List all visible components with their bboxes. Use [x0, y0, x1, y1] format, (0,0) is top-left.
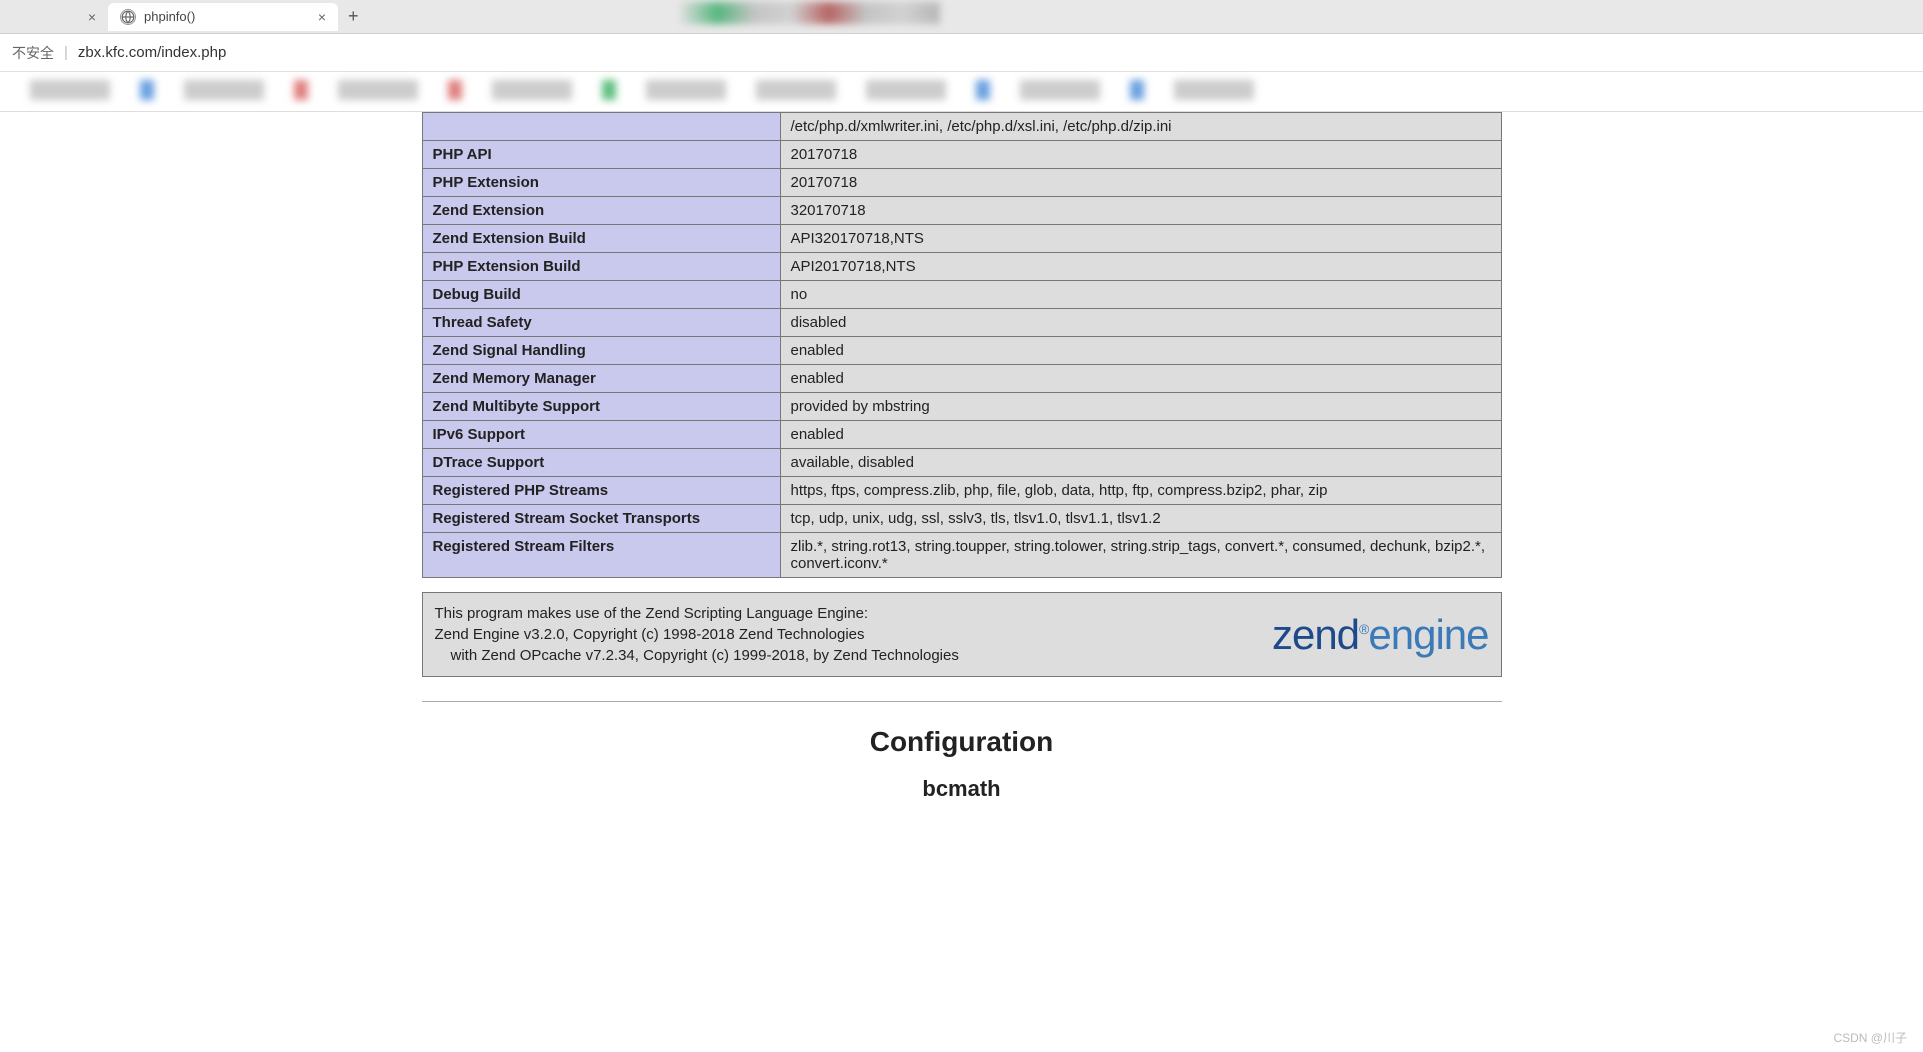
table-row: Zend Extension320170718	[422, 197, 1501, 225]
table-cell-label: DTrace Support	[422, 449, 780, 477]
table-cell-label: Debug Build	[422, 281, 780, 309]
table-row: PHP Extension20170718	[422, 169, 1501, 197]
table-cell-label: Zend Multibyte Support	[422, 393, 780, 421]
table-row: DTrace Supportavailable, disabled	[422, 449, 1501, 477]
table-row: Zend Memory Managerenabled	[422, 365, 1501, 393]
table-cell-label: Registered Stream Filters	[422, 533, 780, 578]
security-label[interactable]: 不安全	[12, 43, 54, 63]
close-icon[interactable]: ×	[68, 9, 96, 25]
divider: |	[64, 44, 68, 61]
watermark: CSDN @川子	[1833, 1029, 1907, 1046]
table-row: Debug Buildno	[422, 281, 1501, 309]
table-row: Zend Signal Handlingenabled	[422, 337, 1501, 365]
table-cell-value: 20170718	[780, 141, 1501, 169]
table-cell-label: Zend Extension	[422, 197, 780, 225]
table-cell-value: API20170718,NTS	[780, 253, 1501, 281]
logo-zend: zend	[1272, 611, 1359, 658]
table-cell-label: IPv6 Support	[422, 421, 780, 449]
table-row: Registered PHP Streamshttps, ftps, compr…	[422, 477, 1501, 505]
url-text[interactable]: zbx.kfc.com/index.php	[78, 44, 226, 61]
zend-text: This program makes use of the Zend Scrip…	[435, 603, 959, 666]
blurred-region	[680, 2, 940, 24]
table-cell-value: available, disabled	[780, 449, 1501, 477]
zend-engine-logo: zend®engine	[1272, 611, 1489, 659]
zend-engine-box: This program makes use of the Zend Scrip…	[422, 592, 1502, 677]
table-cell-value: /etc/php.d/xmlwriter.ini, /etc/php.d/xsl…	[780, 113, 1501, 141]
table-cell-label: PHP Extension Build	[422, 253, 780, 281]
table-cell-value: zlib.*, string.rot13, string.toupper, st…	[780, 533, 1501, 578]
table-cell-value: 20170718	[780, 169, 1501, 197]
browser-tab-inactive[interactable]: ×	[8, 3, 108, 31]
table-cell-value: enabled	[780, 421, 1501, 449]
table-cell-value: enabled	[780, 365, 1501, 393]
phpinfo-table: /etc/php.d/xmlwriter.ini, /etc/php.d/xsl…	[422, 112, 1502, 578]
bookmark-bar	[0, 72, 1923, 112]
table-cell-label: Registered Stream Socket Transports	[422, 505, 780, 533]
table-row: PHP API20170718	[422, 141, 1501, 169]
table-row: Registered Stream Filterszlib.*, string.…	[422, 533, 1501, 578]
divider	[422, 701, 1502, 702]
blurred-region	[0, 80, 1923, 104]
module-heading-bcmath: bcmath	[422, 776, 1502, 802]
table-cell-value: tcp, udp, unix, udg, ssl, sslv3, tls, tl…	[780, 505, 1501, 533]
zend-line: with Zend OPcache v7.2.34, Copyright (c)…	[435, 645, 959, 666]
table-cell-value: no	[780, 281, 1501, 309]
page-content: /etc/php.d/xmlwriter.ini, /etc/php.d/xsl…	[0, 112, 1923, 860]
table-row: Zend Extension BuildAPI320170718,NTS	[422, 225, 1501, 253]
table-cell-value: provided by mbstring	[780, 393, 1501, 421]
table-cell-value: https, ftps, compress.zlib, php, file, g…	[780, 477, 1501, 505]
table-row: Zend Multibyte Supportprovided by mbstri…	[422, 393, 1501, 421]
table-row: Thread Safetydisabled	[422, 309, 1501, 337]
zend-line: This program makes use of the Zend Scrip…	[435, 603, 959, 624]
table-row: IPv6 Supportenabled	[422, 421, 1501, 449]
tab-title: phpinfo()	[144, 9, 195, 24]
table-cell-label: Thread Safety	[422, 309, 780, 337]
browser-tab-active[interactable]: phpinfo() ×	[108, 3, 338, 31]
configuration-heading: Configuration	[422, 726, 1502, 758]
table-cell-label: Zend Memory Manager	[422, 365, 780, 393]
table-cell-label: Registered PHP Streams	[422, 477, 780, 505]
table-cell-value: disabled	[780, 309, 1501, 337]
table-cell-label: Zend Signal Handling	[422, 337, 780, 365]
close-icon[interactable]: ×	[298, 9, 326, 25]
table-cell-value: 320170718	[780, 197, 1501, 225]
new-tab-button[interactable]: +	[338, 6, 369, 27]
zend-line: Zend Engine v3.2.0, Copyright (c) 1998-2…	[435, 624, 959, 645]
globe-icon	[120, 9, 136, 25]
logo-reg: ®	[1359, 621, 1368, 637]
table-cell-value: API320170718,NTS	[780, 225, 1501, 253]
table-row: Registered Stream Socket Transportstcp, …	[422, 505, 1501, 533]
table-cell-value: enabled	[780, 337, 1501, 365]
table-cell-label	[422, 113, 780, 141]
table-row: PHP Extension BuildAPI20170718,NTS	[422, 253, 1501, 281]
logo-engine: engine	[1368, 611, 1488, 658]
table-cell-label: PHP Extension	[422, 169, 780, 197]
table-cell-label: PHP API	[422, 141, 780, 169]
browser-tab-strip: × phpinfo() × +	[0, 0, 1923, 34]
table-row-truncated: /etc/php.d/xmlwriter.ini, /etc/php.d/xsl…	[422, 113, 1501, 141]
table-cell-label: Zend Extension Build	[422, 225, 780, 253]
address-bar: 不安全 | zbx.kfc.com/index.php	[0, 34, 1923, 72]
